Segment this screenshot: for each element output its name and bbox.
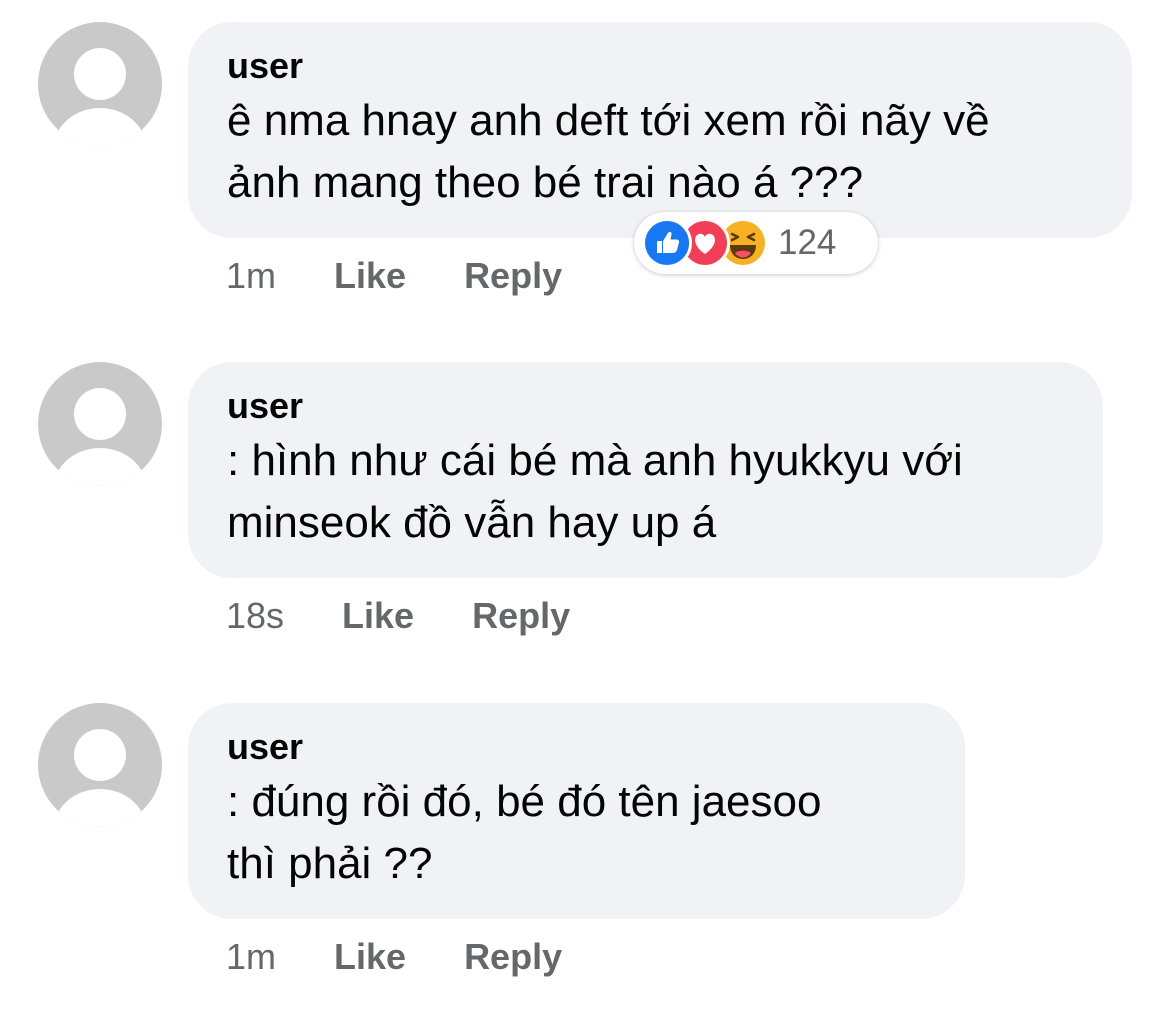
avatar[interactable]: [38, 22, 162, 146]
comment-actions: 1m Like Reply: [226, 935, 620, 979]
like-button[interactable]: Like: [342, 594, 414, 638]
comment-text-line: ê nma hnay anh deft tới xem rồi nãy về: [227, 96, 990, 145]
reaction-count: 124: [778, 223, 837, 262]
comment-actions: 1m Like Reply: [226, 254, 620, 298]
user-silhouette-icon: [54, 388, 146, 486]
comment-timestamp[interactable]: 1m: [226, 254, 276, 298]
like-button[interactable]: Like: [334, 254, 406, 298]
reactions-summary[interactable]: 124: [634, 212, 878, 274]
comment-author[interactable]: user: [227, 725, 925, 769]
comment-timestamp[interactable]: 18s: [226, 594, 284, 638]
comment: user ê nma hnay anh deft tới xem rồi nãy…: [0, 0, 1170, 340]
user-silhouette-icon: [54, 48, 146, 146]
comment-text-line: minseok đồ vẫn hay up á: [227, 498, 717, 547]
comment-text-line: thì phải ??: [227, 839, 433, 888]
reply-button[interactable]: Reply: [472, 594, 570, 638]
comment-actions: 18s Like Reply: [226, 594, 628, 638]
avatar[interactable]: [38, 362, 162, 486]
user-silhouette-icon: [54, 729, 146, 827]
like-icon: [642, 218, 692, 268]
comment-bubble[interactable]: user : đúng rồi đó, bé đó tên jaesoo thì…: [188, 703, 965, 919]
comment-text-line: ảnh mang theo bé trai nào á ???: [227, 158, 864, 207]
comment-text-line: : đúng rồi đó, bé đó tên jaesoo: [227, 777, 822, 826]
comment-text-line: : hình như cái bé mà anh hyukkyu với: [227, 436, 963, 485]
like-button[interactable]: Like: [334, 935, 406, 979]
comment-text: ê nma hnay anh deft tới xem rồi nãy về ả…: [227, 90, 1092, 214]
comment-bubble[interactable]: user : hình như cái bé mà anh hyukkyu vớ…: [188, 362, 1103, 578]
reply-button[interactable]: Reply: [464, 254, 562, 298]
comment-author[interactable]: user: [227, 44, 1092, 88]
comment-text: : hình như cái bé mà anh hyukkyu với min…: [227, 430, 1063, 554]
comment-timestamp[interactable]: 1m: [226, 935, 276, 979]
comment: user : đúng rồi đó, bé đó tên jaesoo thì…: [0, 681, 1170, 1016]
comment-author[interactable]: user: [227, 384, 1063, 428]
avatar[interactable]: [38, 703, 162, 827]
comment-text: : đúng rồi đó, bé đó tên jaesoo thì phải…: [227, 771, 925, 895]
comment-bubble[interactable]: user ê nma hnay anh deft tới xem rồi nãy…: [188, 22, 1132, 238]
comment: user : hình như cái bé mà anh hyukkyu vớ…: [0, 340, 1170, 680]
reply-button[interactable]: Reply: [464, 935, 562, 979]
